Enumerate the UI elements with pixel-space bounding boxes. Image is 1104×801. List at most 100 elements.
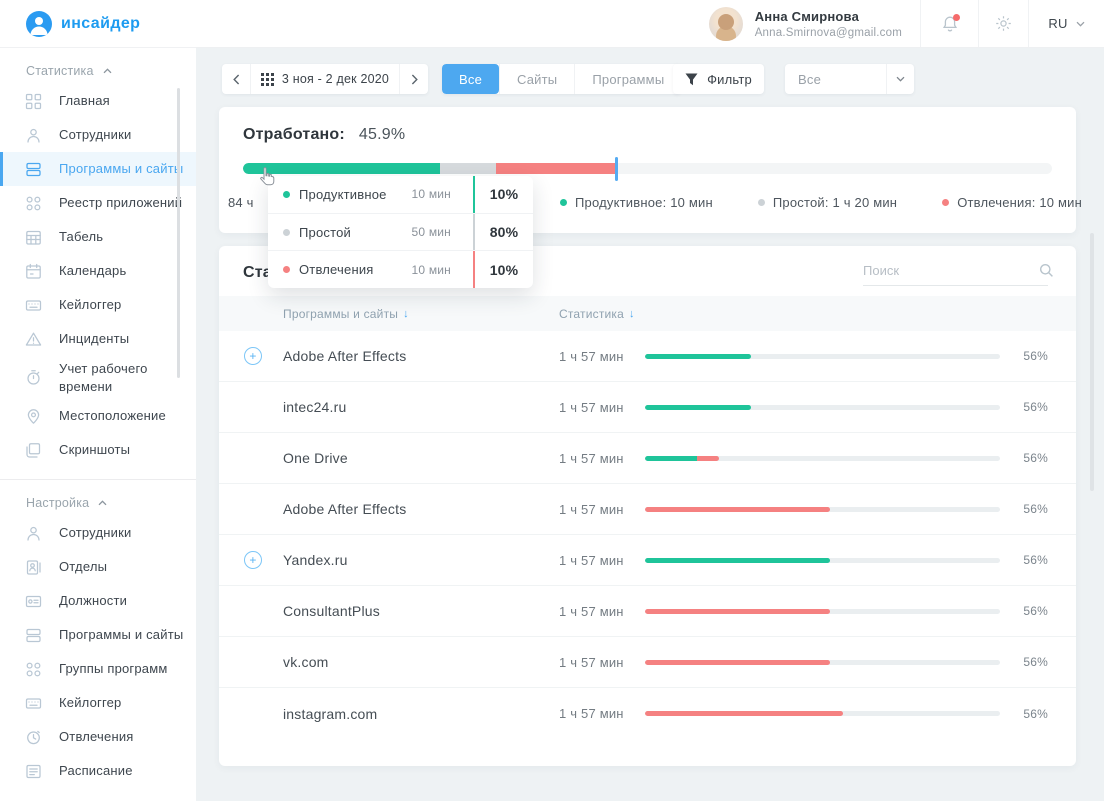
column-header-programs[interactable]: Программы и сайты↓	[283, 307, 559, 321]
sidebar-item-отделы[interactable]: Отделы	[0, 550, 196, 584]
sidebar-item-учет-рабочего-времени[interactable]: Учет рабочего времени	[0, 356, 196, 399]
row-time: 1 ч 57 мин	[559, 553, 645, 568]
brand-name: инсайдер	[61, 15, 140, 33]
sidebar-divider	[0, 479, 196, 480]
next-period-button[interactable]	[400, 64, 428, 94]
sidebar-item-скриншоты[interactable]: Скриншоты	[0, 433, 196, 467]
filter-button[interactable]: Фильтр	[673, 64, 764, 94]
sidebar-item-label: Кейлоггер	[59, 296, 121, 314]
sidebar-item-расписание[interactable]: Расписание	[0, 754, 196, 788]
chevron-up-icon	[103, 68, 112, 74]
sidebar-item-программы-и-сайты[interactable]: Программы и сайты	[0, 152, 196, 186]
row-progress-track	[645, 711, 1000, 716]
keyboard-icon	[25, 695, 42, 712]
table-row-adobe-after-effects[interactable]: +Adobe After Effects1 ч 57 мин56%	[219, 331, 1076, 382]
gear-icon	[995, 15, 1012, 32]
expand-button[interactable]: +	[244, 551, 262, 569]
tooltip-row-продуктивное: Продуктивное10 мин10%	[268, 176, 533, 214]
prev-period-button[interactable]	[222, 64, 250, 94]
topbar: Анна Смирнова Anna.Smirnova@gmail.com RU	[196, 0, 1104, 48]
sidebar-item-сотрудники[interactable]: Сотрудники	[0, 516, 196, 550]
row-bar-segment	[645, 558, 830, 563]
legend-text: Продуктивное: 10 мин	[575, 195, 713, 210]
user-menu[interactable]: Анна Смирнова Anna.Smirnova@gmail.com	[695, 0, 920, 47]
sidebar-item-label: Отделы	[59, 558, 107, 576]
category-dropdown[interactable]: Все	[785, 64, 914, 94]
clock-icon	[25, 729, 42, 746]
sidebar-item-отвлечения[interactable]: Отвлечения	[0, 720, 196, 754]
date-range-control: 3 ноя - 2 дек 2020	[222, 64, 428, 94]
table-row-vk-com[interactable]: vk.com1 ч 57 мин56%	[219, 637, 1076, 688]
avatar[interactable]	[709, 7, 743, 41]
sidebar-item-кейлоггер[interactable]: Кейлоггер	[0, 288, 196, 322]
notifications-button[interactable]	[920, 0, 978, 47]
row-bar-segment	[645, 456, 697, 461]
tooltip-time: 10 мин	[393, 263, 451, 277]
language-selector[interactable]: RU	[1028, 0, 1104, 47]
row-time: 1 ч 57 мин	[559, 451, 645, 466]
apps-grid-icon	[25, 195, 42, 212]
row-progress-track	[645, 660, 1000, 665]
sidebar-item-должности[interactable]: Должности	[0, 584, 196, 618]
date-range-button[interactable]: 3 ноя - 2 дек 2020	[250, 64, 400, 94]
stacked-cards-icon	[25, 627, 42, 644]
sidebar-item-табель[interactable]: Табель	[0, 220, 196, 254]
tab-все[interactable]: Все	[442, 64, 499, 94]
sidebar-item-label: Группы программ	[59, 660, 168, 678]
tooltip-time: 10 мин	[393, 187, 451, 201]
legend-dot	[560, 199, 567, 206]
row-percent: 56%	[1000, 553, 1076, 567]
sidebar-item-инциденты[interactable]: Инциденты	[0, 322, 196, 356]
worked-title: Отработано:	[243, 126, 345, 144]
row-progress-track	[645, 558, 1000, 563]
row-bar-segment	[645, 354, 751, 359]
row-name: vk.com	[283, 654, 559, 670]
sidebar-item-группы-программ[interactable]: Группы программ	[0, 652, 196, 686]
sidebar-item-кейлоггер[interactable]: Кейлоггер	[0, 686, 196, 720]
progress-marker[interactable]	[615, 157, 618, 181]
sidebar-section-label[interactable]: Настройка	[26, 496, 196, 510]
screenshots-icon	[25, 442, 42, 459]
type-tabs: ВсеСайтыПрограммы	[442, 64, 681, 94]
settings-button[interactable]	[978, 0, 1028, 47]
tab-сайты[interactable]: Сайты	[499, 64, 574, 94]
sidebar-section-label[interactable]: Статистика	[26, 64, 196, 78]
table-row-instagram-com[interactable]: instagram.com1 ч 57 мин56%	[219, 688, 1076, 739]
row-progress-track	[645, 405, 1000, 410]
table-row-intec24-ru[interactable]: intec24.ru1 ч 57 мин56%	[219, 382, 1076, 433]
logo[interactable]: инсайдер	[0, 0, 196, 48]
person-icon	[25, 127, 42, 144]
sidebar-item-реестр-приложений[interactable]: Реестр приложений	[0, 186, 196, 220]
search-icon[interactable]	[1039, 263, 1054, 278]
worked-legend: Продуктивное: 10 минПростой: 1 ч 20 минО…	[560, 195, 1082, 210]
row-time: 1 ч 57 мин	[559, 400, 645, 415]
table-row-consultantplus[interactable]: ConsultantPlus1 ч 57 мин56%	[219, 586, 1076, 637]
expand-button[interactable]: +	[244, 347, 262, 365]
row-time: 1 ч 57 мин	[559, 349, 645, 364]
calendar-icon	[25, 263, 42, 280]
sidebar-item-календарь[interactable]: Календарь	[0, 254, 196, 288]
row-time: 1 ч 57 мин	[559, 706, 645, 721]
tooltip-row-простой: Простой50 мин80%	[268, 214, 533, 252]
language-value: RU	[1048, 16, 1067, 31]
tooltip-row-отвлечения: Отвлечения10 мин10%	[268, 251, 533, 288]
table-row-one-drive[interactable]: One Drive1 ч 57 мин56%	[219, 433, 1076, 484]
table-row-yandex-ru[interactable]: +Yandex.ru1 ч 57 мин56%	[219, 535, 1076, 586]
search-input[interactable]	[863, 263, 1039, 278]
row-bar-cell	[645, 660, 1000, 665]
sidebar-item-label: Табель	[59, 228, 103, 246]
tab-программы[interactable]: Программы	[574, 64, 681, 94]
column-header-statistics[interactable]: Статистика↓	[559, 307, 645, 321]
window-scrollbar[interactable]	[1090, 233, 1094, 491]
sidebar-scrollbar[interactable]	[177, 88, 180, 378]
sort-desc-icon: ↓	[403, 308, 409, 320]
tooltip-label: Продуктивное	[299, 187, 393, 202]
sidebar-item-главная[interactable]: Главная	[0, 84, 196, 118]
sidebar-item-программы-и-сайты[interactable]: Программы и сайты	[0, 618, 196, 652]
row-bar-cell	[645, 711, 1000, 716]
sidebar-item-сотрудники[interactable]: Сотрудники	[0, 118, 196, 152]
table-row-adobe-after-effects[interactable]: Adobe After Effects1 ч 57 мин56%	[219, 484, 1076, 535]
sidebar-item-местоположение[interactable]: Местоположение	[0, 399, 196, 433]
worked-progress-bar[interactable]	[243, 163, 1052, 174]
row-percent: 56%	[1000, 400, 1076, 414]
